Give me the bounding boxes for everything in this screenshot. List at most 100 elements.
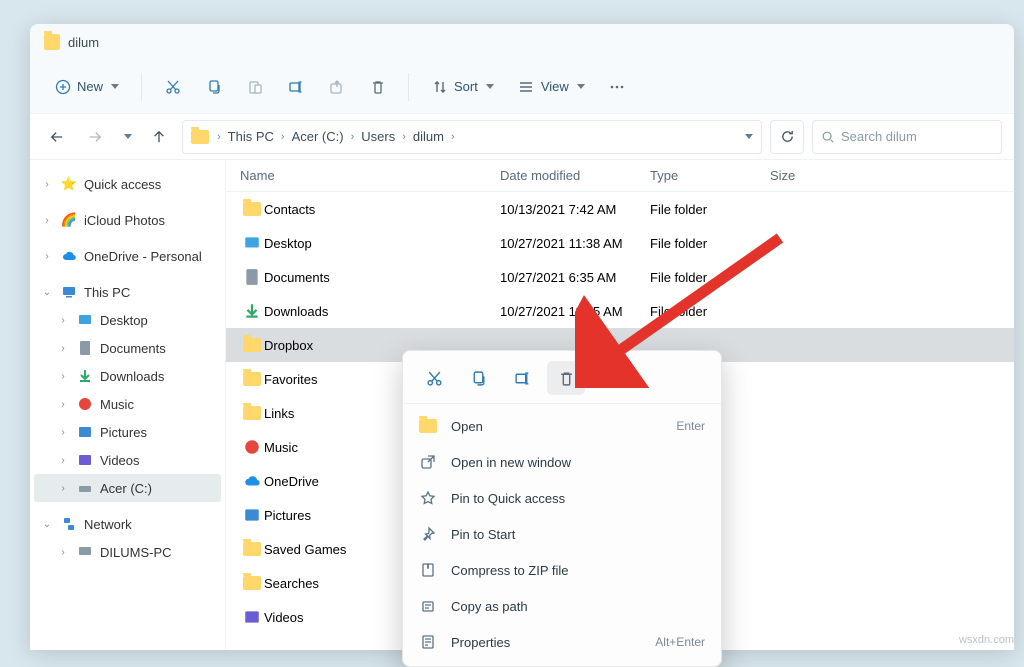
table-row[interactable]: Contacts 10/13/2021 7:42 AM File folder <box>226 192 1014 226</box>
row-icon <box>240 576 264 590</box>
history-button[interactable] <box>118 122 136 152</box>
pin-icon <box>419 526 437 542</box>
row-date: 10/27/2021 6:35 AM <box>500 270 650 285</box>
breadcrumb-seg[interactable]: This PC <box>225 127 277 146</box>
scissors-icon <box>164 78 181 95</box>
breadcrumb[interactable]: › This PC› Acer (C:)› Users› dilum› <box>182 120 762 154</box>
chevron-down-icon[interactable] <box>745 134 753 139</box>
row-date: 10/13/2021 7:42 AM <box>500 202 650 217</box>
col-type[interactable]: Type <box>650 168 770 183</box>
icloud-icon: 🌈 <box>60 211 78 229</box>
sort-label: Sort <box>454 79 478 94</box>
forward-button[interactable] <box>80 122 110 152</box>
search-icon <box>821 130 835 144</box>
trash-icon <box>369 78 386 95</box>
folder-icon <box>44 34 60 50</box>
titlebar: dilum <box>30 24 1014 60</box>
copy-icon <box>205 78 222 95</box>
row-name: Desktop <box>264 236 500 251</box>
row-type: File folder <box>650 236 770 251</box>
table-row[interactable]: Desktop 10/27/2021 11:38 AM File folder <box>226 226 1014 260</box>
toolbar: New Sort View <box>30 60 1014 114</box>
breadcrumb-seg[interactable]: Acer (C:) <box>289 127 347 146</box>
row-name: Documents <box>264 270 500 285</box>
sidebar-item-icloud[interactable]: ›🌈iCloud Photos <box>34 206 221 234</box>
table-row[interactable]: Documents 10/27/2021 6:35 AM File folder <box>226 260 1014 294</box>
row-icon <box>240 472 264 490</box>
ctx-copy-path[interactable]: Copy as path <box>403 588 721 624</box>
folder-icon <box>419 419 437 433</box>
breadcrumb-seg[interactable]: dilum <box>410 127 447 146</box>
refresh-button[interactable] <box>770 120 804 154</box>
back-button[interactable] <box>42 122 72 152</box>
row-icon <box>240 608 264 626</box>
star-icon <box>419 490 437 506</box>
sidebar-item-downloads[interactable]: ›Downloads <box>34 362 221 390</box>
cut-button[interactable] <box>154 70 191 104</box>
ctx-pin-quick[interactable]: Pin to Quick access <box>403 480 721 516</box>
row-name: Contacts <box>264 202 500 217</box>
row-icon <box>240 234 264 252</box>
sidebar-item-videos[interactable]: ›Videos <box>34 446 221 474</box>
row-icon <box>240 542 264 556</box>
rename-button[interactable] <box>277 70 314 104</box>
plus-icon <box>54 78 71 95</box>
sort-icon <box>431 78 448 95</box>
more-button[interactable] <box>599 70 636 104</box>
ctx-cut-button[interactable] <box>415 361 453 395</box>
up-button[interactable] <box>144 122 174 152</box>
sidebar-item-desktop[interactable]: ›Desktop <box>34 306 221 334</box>
context-toolbar <box>403 357 721 404</box>
ctx-pin-start[interactable]: Pin to Start <box>403 516 721 552</box>
ctx-zip[interactable]: Compress to ZIP file <box>403 552 721 588</box>
context-menu: OpenEnter Open in new window Pin to Quic… <box>402 350 722 667</box>
row-type: File folder <box>650 304 770 319</box>
ctx-properties[interactable]: PropertiesAlt+Enter <box>403 624 721 660</box>
col-date[interactable]: Date modified <box>500 168 650 183</box>
sort-button[interactable]: Sort <box>421 70 504 104</box>
new-button[interactable]: New <box>44 70 129 104</box>
search-input[interactable]: Search dilum <box>812 120 1002 154</box>
view-button[interactable]: View <box>508 70 595 104</box>
sidebar-item-thispc[interactable]: ⌄This PC <box>34 278 221 306</box>
drive-icon <box>76 479 94 497</box>
document-icon <box>76 339 94 357</box>
sidebar-item-network[interactable]: ⌄Network <box>34 510 221 538</box>
sidebar-item-pictures[interactable]: ›Pictures <box>34 418 221 446</box>
search-placeholder: Search dilum <box>841 129 917 144</box>
sidebar-item-dilumspc[interactable]: ›DILUMS-PC <box>34 538 221 566</box>
sidebar-item-acer[interactable]: ›Acer (C:) <box>34 474 221 502</box>
row-icon <box>240 268 264 286</box>
row-icon <box>240 338 264 352</box>
view-label: View <box>541 79 569 94</box>
sidebar: ›⭐Quick access ›🌈iCloud Photos ›OneDrive… <box>30 160 226 650</box>
breadcrumb-seg[interactable]: Users <box>358 127 398 146</box>
chevron-right-icon: › <box>217 131 221 143</box>
share-button[interactable] <box>318 70 355 104</box>
ctx-delete-button[interactable] <box>547 361 585 395</box>
paste-button[interactable] <box>236 70 273 104</box>
sidebar-item-onedrive[interactable]: ›OneDrive - Personal <box>34 242 221 270</box>
ellipsis-icon <box>609 78 626 95</box>
ctx-copy-button[interactable] <box>459 361 497 395</box>
col-name[interactable]: Name <box>240 168 500 183</box>
delete-button[interactable] <box>359 70 396 104</box>
pictures-icon <box>76 423 94 441</box>
sidebar-item-music[interactable]: ›Music <box>34 390 221 418</box>
row-date: 10/27/2021 11:38 AM <box>500 236 650 251</box>
ctx-open[interactable]: OpenEnter <box>403 408 721 444</box>
separator <box>141 73 142 101</box>
sidebar-item-quick-access[interactable]: ›⭐Quick access <box>34 170 221 198</box>
sidebar-item-documents[interactable]: ›Documents <box>34 334 221 362</box>
share-icon <box>328 78 345 95</box>
table-row[interactable]: Downloads 10/27/2021 11:05 AM File folde… <box>226 294 1014 328</box>
col-size[interactable]: Size <box>770 168 850 183</box>
download-icon <box>76 367 94 385</box>
zip-icon <box>419 562 437 578</box>
pc-icon <box>76 543 94 561</box>
ctx-rename-button[interactable] <box>503 361 541 395</box>
window-title: dilum <box>68 35 99 50</box>
copy-button[interactable] <box>195 70 232 104</box>
row-icon <box>240 406 264 420</box>
ctx-open-new-window[interactable]: Open in new window <box>403 444 721 480</box>
